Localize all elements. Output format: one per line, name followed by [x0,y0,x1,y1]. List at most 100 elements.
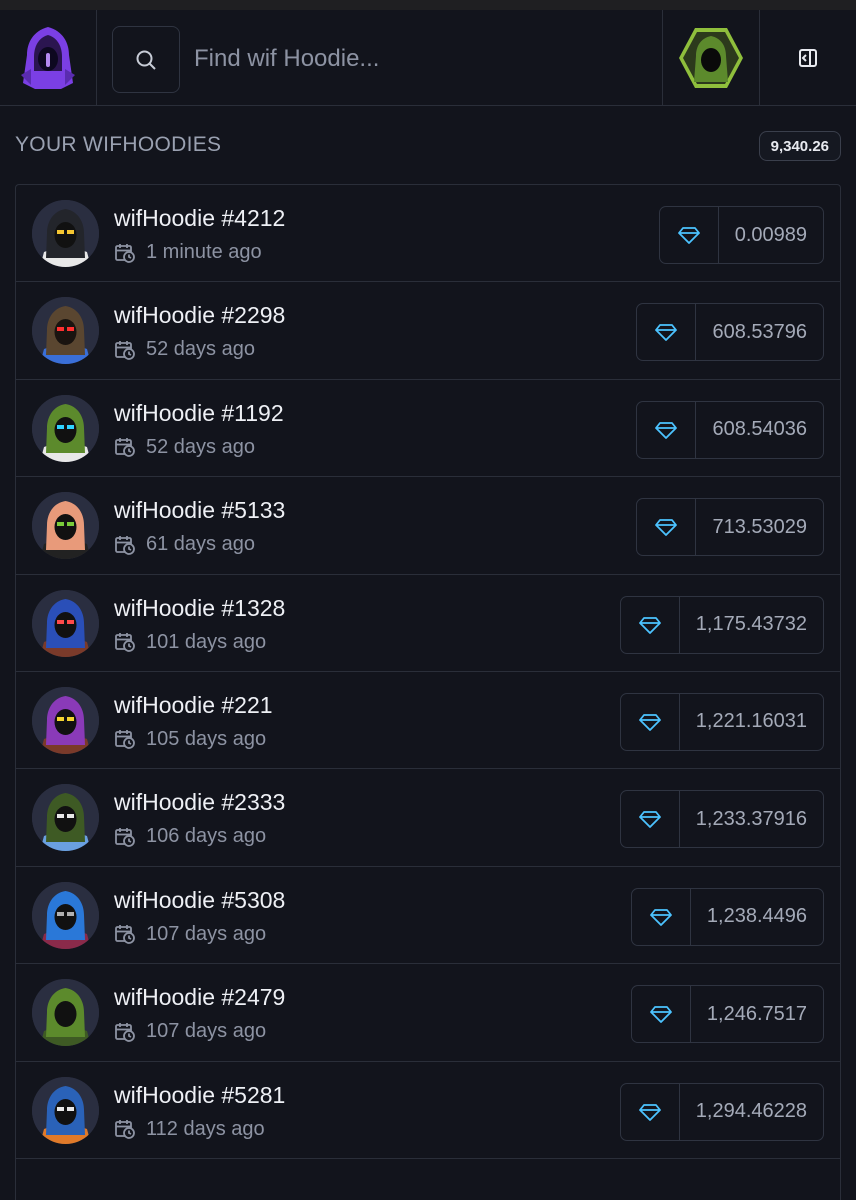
price-button[interactable]: 713.53029 [636,498,824,557]
item-price: 1,238.4496 [706,905,807,928]
list-item[interactable]: wifHoodie #1192 52 days ago 608.54036 [16,380,840,478]
profile-button[interactable] [662,10,760,105]
top-bar [0,10,856,106]
section-title: YOUR WIFHOODIES [15,133,222,156]
item-acquired: 1 minute ago [114,241,262,264]
item-time: 52 days ago [146,338,255,361]
diamond-icon [638,714,661,731]
diamond-icon-cell [621,1083,680,1140]
hoodie-avatar-icon [32,784,99,852]
item-time: 105 days ago [146,727,267,750]
price-button[interactable]: 1,233.37916 [619,790,824,849]
hoodie-avatar-icon [32,394,99,462]
item-name: wifHoodie #4212 [114,205,286,231]
item-time: 52 days ago [146,435,255,458]
total-balance-badge: 9,340.26 [758,131,841,161]
sidebar-toggle-button[interactable] [760,10,856,105]
list-item[interactable]: wifHoodie #1328 101 days ago 1,175.43732 [16,575,840,672]
avatar [32,200,99,267]
window-top-strip [0,0,856,10]
diamond-icon [638,811,661,829]
item-time: 107 days ago [146,1020,267,1043]
diamond-icon-cell [637,401,697,458]
search-icon [136,50,156,70]
calendar-clock-icon [115,340,135,360]
item-acquired: 61 days ago [114,533,255,556]
list-item[interactable]: wifHoodie #2298 52 days ago 608.53796 [16,282,840,380]
calendar-clock-icon [115,438,135,458]
item-price: 1,233.37916 [695,807,807,830]
price-button[interactable]: 1,238.4496 [630,887,824,946]
hoodie-avatar-icon [32,589,99,657]
avatar [32,1076,99,1144]
hooded-figure-logo-icon [21,26,75,89]
item-name: wifHoodie #1328 [114,594,286,621]
item-time: 112 days ago [146,1117,265,1140]
green-hoodie-avatar-icon [679,27,743,88]
diamond-icon-cell [637,499,697,556]
diamond-icon-cell [632,888,691,945]
item-price: 1,294.46228 [695,1100,807,1123]
hoodie-avatar-icon [32,297,99,365]
avatar [32,686,99,754]
avatar [32,979,99,1047]
price-button[interactable]: 608.53796 [636,303,824,362]
diamond-icon-cell [621,791,680,848]
item-name: wifHoodie #2333 [114,789,286,816]
item-name: wifHoodie #221 [114,691,273,718]
price-button[interactable]: 0.00989 [658,206,824,264]
avatar [32,297,99,365]
item-price: 713.53029 [712,515,807,538]
list-item[interactable]: wifHoodie #5133 61 days ago 713.53029 [16,477,840,575]
avatar [32,492,99,560]
item-acquired: 52 days ago [114,338,255,361]
diamond-icon-cell [637,304,697,361]
avatar [32,394,99,462]
item-time: 107 days ago [146,922,267,945]
hoodie-avatar-icon [32,686,99,754]
item-acquired: 107 days ago [114,1020,266,1043]
calendar-clock-icon [115,925,135,945]
item-price: 608.54036 [712,418,807,441]
calendar-clock-icon [115,827,135,847]
price-button[interactable]: 1,246.7517 [630,985,824,1044]
diamond-icon-cell [621,693,680,750]
calendar-clock-icon [115,633,135,652]
list-item[interactable]: wifHoodie #4212 1 minute ago 0.00989 [16,185,840,283]
diamond-icon [677,227,700,244]
list-item[interactable]: wifHoodie #2479 107 days ago 1,246.7517 [16,964,840,1062]
sidebar-toggle-icon [799,48,817,67]
list-item[interactable]: wifHoodie #5281 112 days ago 1,294.46228 [16,1062,840,1159]
wifhoodie-list: wifHoodie #4212 1 minute ago 0.00989 wif… [15,184,841,1200]
calendar-clock-icon [115,730,135,750]
item-acquired: 105 days ago [114,728,266,751]
list-item[interactable]: wifHoodie #2333 106 days ago 1,233.37916 [16,769,840,867]
logo[interactable] [0,10,97,105]
price-button[interactable]: 608.54036 [636,400,824,459]
item-time: 1 minute ago [146,241,262,263]
item-acquired: 107 days ago [114,923,266,946]
diamond-icon-cell [632,986,691,1043]
diamond-icon [655,324,678,342]
search-button[interactable] [112,26,180,93]
item-price: 1,221.16031 [695,710,807,733]
item-acquired: 52 days ago [114,436,255,459]
list-item[interactable]: wifHoodie #221 105 days ago 1,221.16031 [16,672,840,770]
item-name: wifHoodie #5308 [114,886,286,913]
price-button[interactable]: 1,175.43732 [619,595,824,654]
search-input[interactable] [194,30,644,88]
diamond-icon [655,421,678,439]
diamond-icon [655,519,678,537]
list-item[interactable]: wifHoodie #5308 107 days ago 1,238.4496 [16,867,840,965]
hoodie-avatar-icon [32,881,99,949]
avatar [32,589,99,657]
price-button[interactable]: 1,294.46228 [619,1082,824,1141]
hoodie-avatar-icon [32,979,99,1047]
price-button[interactable]: 1,221.16031 [619,692,824,751]
item-name: wifHoodie #2479 [114,984,286,1011]
item-price: 608.53796 [712,320,807,343]
diamond-icon-cell [660,207,719,263]
item-acquired: 112 days ago [114,1118,265,1141]
item-name: wifHoodie #2298 [114,302,286,329]
calendar-clock-icon [115,535,135,555]
